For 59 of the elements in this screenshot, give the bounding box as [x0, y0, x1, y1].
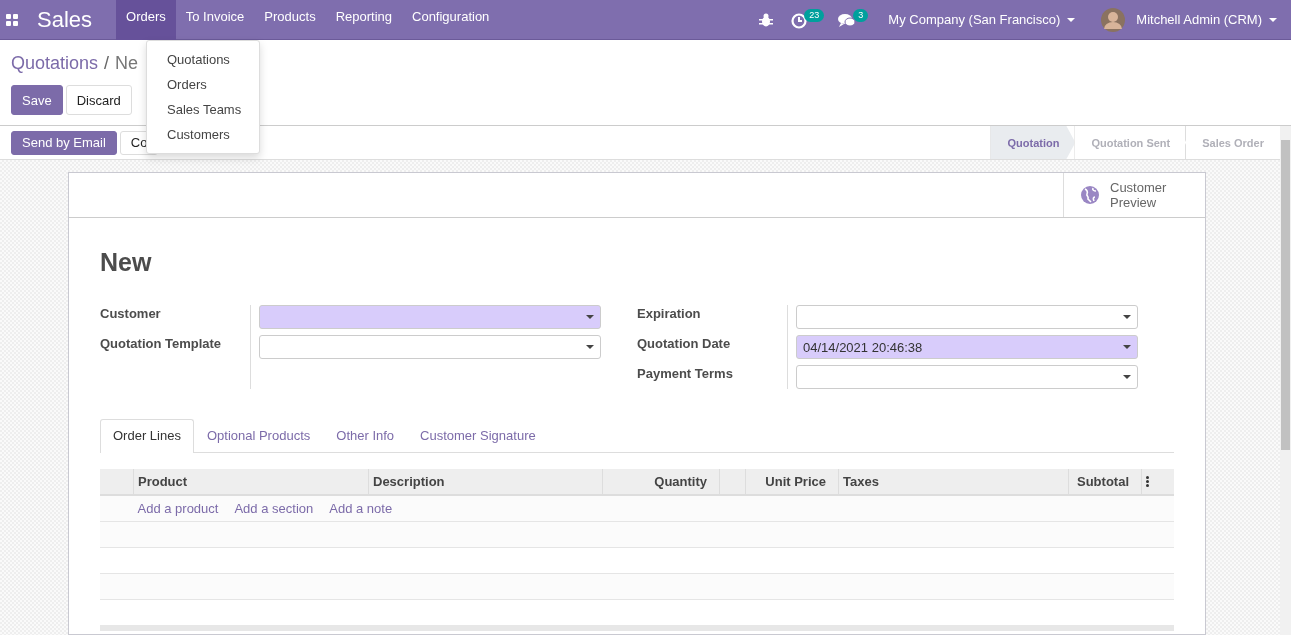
- save-button[interactable]: Save: [11, 85, 63, 115]
- select-field[interactable]: [259, 305, 601, 329]
- add-line-link[interactable]: Add a section: [234, 501, 314, 516]
- app-title[interactable]: Sales: [37, 6, 93, 33]
- column-header[interactable]: Subtotal: [1068, 469, 1142, 495]
- select-field[interactable]: [259, 335, 601, 359]
- caret-icon[interactable]: [1123, 375, 1131, 379]
- caret-icon[interactable]: [586, 345, 594, 349]
- caret-icon[interactable]: [1067, 17, 1076, 22]
- dropdown-item[interactable]: Sales Teams: [147, 97, 259, 122]
- menu-item[interactable]: Products: [254, 0, 326, 40]
- dropdown-item[interactable]: Orders: [147, 72, 259, 97]
- field-label: Quotation Date: [637, 336, 732, 353]
- menu-item[interactable]: Reporting: [325, 0, 402, 40]
- user-menu[interactable]: Mitchell Admin (CRM): [1136, 12, 1262, 27]
- column-header[interactable]: Product: [133, 469, 369, 495]
- discard-button[interactable]: Discard: [65, 85, 132, 115]
- breadcrumb-separator: /: [104, 52, 110, 74]
- scrollbar[interactable]: [1280, 126, 1291, 635]
- message-count-badge: 3: [853, 8, 869, 22]
- breadcrumb-current: Ne: [115, 52, 139, 74]
- caret-icon[interactable]: [586, 315, 594, 319]
- column-header[interactable]: Description: [368, 469, 603, 495]
- field-label: Customer: [100, 306, 162, 323]
- tab[interactable]: Other Info: [323, 419, 408, 452]
- field-label: Expiration: [637, 306, 702, 323]
- chat-icon[interactable]: [838, 12, 857, 27]
- tab[interactable]: Customer Signature: [407, 419, 549, 452]
- caret-icon[interactable]: [1269, 17, 1277, 22]
- record-title: New: [100, 248, 153, 277]
- column-header[interactable]: Taxes: [838, 469, 1069, 495]
- dropdown-item[interactable]: Quotations: [147, 47, 259, 72]
- action-button[interactable]: Send by Email: [11, 130, 117, 155]
- apps-menu-icon[interactable]: [6, 13, 18, 26]
- globe-icon[interactable]: [1080, 185, 1100, 205]
- column-header[interactable]: Unit Price: [745, 469, 839, 495]
- column-header[interactable]: Quantity: [602, 469, 720, 495]
- menu-item[interactable]: Orders: [116, 0, 176, 40]
- field-label: Payment Terms: [637, 366, 734, 383]
- caret-icon[interactable]: [1123, 345, 1131, 349]
- activity-count-badge: 23: [804, 8, 825, 22]
- field-label: Quotation Template: [100, 336, 223, 353]
- status-stage[interactable]: Quotation: [990, 126, 1076, 159]
- avatar-icon[interactable]: [1101, 7, 1126, 32]
- add-line-link[interactable]: Add a product: [137, 501, 219, 516]
- bug-icon[interactable]: [759, 12, 774, 27]
- tab[interactable]: Order Lines: [100, 419, 194, 453]
- caret-icon[interactable]: [1123, 315, 1131, 319]
- select-field[interactable]: 04/14/2021 20:46:38: [796, 335, 1138, 359]
- select-field[interactable]: [796, 365, 1138, 389]
- kebab-menu-icon[interactable]: [1146, 476, 1149, 487]
- select-field[interactable]: [796, 305, 1138, 329]
- tab[interactable]: Optional Products: [193, 419, 324, 452]
- clock-icon[interactable]: [791, 12, 808, 29]
- breadcrumb-link[interactable]: Quotations: [11, 52, 99, 74]
- menu-item[interactable]: To Invoice: [175, 0, 255, 40]
- menu-item[interactable]: Configuration: [402, 0, 500, 40]
- add-line-link[interactable]: Add a note: [329, 501, 393, 516]
- company-switcher[interactable]: My Company (San Francisco): [888, 12, 1061, 27]
